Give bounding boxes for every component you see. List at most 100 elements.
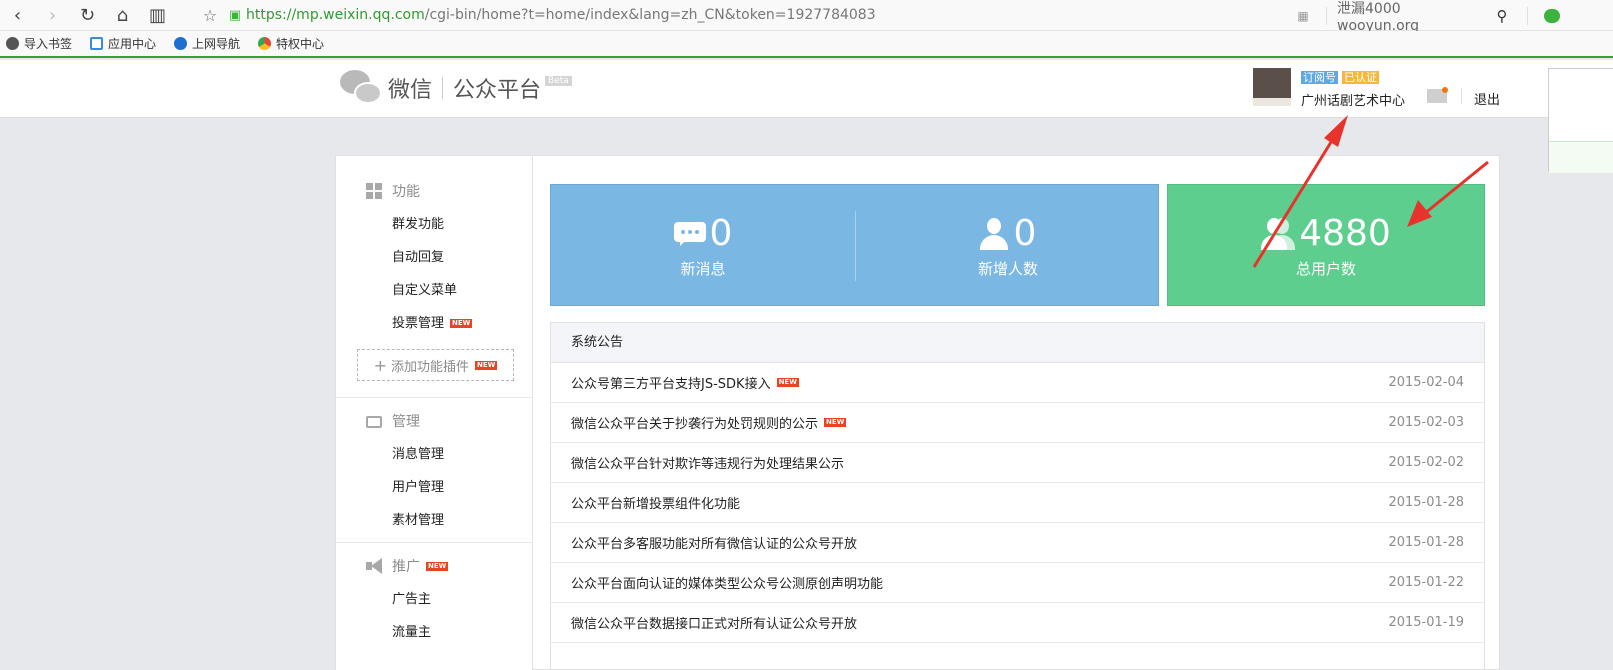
account-info[interactable]: 订阅号 已认证 广州话剧艺术中心 bbox=[1253, 68, 1405, 109]
menu-divider bbox=[336, 397, 533, 398]
notice-row-date: 2015-01-22 bbox=[1388, 575, 1464, 590]
notice-row[interactable]: 公众平台面向认证的媒体类型公众号公测原创声明功能 2015-01-22 bbox=[551, 563, 1484, 603]
url-text[interactable]: https://mp.weixin.qq.com/cgi-bin/home?t=… bbox=[246, 7, 876, 23]
total-users-count: 4880 bbox=[1299, 212, 1391, 254]
browser-toolbar: ‹ › ↻ ⌂ ▥ ☆ ▣ https://mp.weixin.qq.com/c… bbox=[0, 0, 1613, 34]
subscription-tag: 订阅号 bbox=[1301, 71, 1338, 84]
notice-row-title[interactable]: 微信公众平台关于抄袭行为处罚规则的公示 NEW bbox=[571, 413, 1388, 432]
notice-row-title[interactable]: 微信公众平台数据接口正式对所有认证公众号开放 bbox=[571, 613, 1388, 632]
reader-icon[interactable]: ▥ bbox=[140, 1, 175, 29]
forward-icon[interactable]: › bbox=[35, 1, 70, 29]
stat-new-messages[interactable]: 0 新消息 bbox=[551, 185, 855, 307]
qr-code-icon[interactable]: ▦ bbox=[1290, 3, 1316, 29]
sidebar-item-auto-reply[interactable]: 自动回复 bbox=[336, 241, 533, 274]
notice-title-text: 公众平台面向认证的媒体类型公众号公测原创声明功能 bbox=[571, 577, 884, 592]
new-users-count: 0 bbox=[1013, 212, 1037, 254]
search-icon[interactable]: ⚲ bbox=[1487, 7, 1517, 25]
bookmark-app-center[interactable]: 应用中心 bbox=[90, 35, 156, 52]
search-input[interactable]: 泄漏4000 wooyun.org bbox=[1337, 0, 1487, 34]
notice-row-date: 2015-01-28 bbox=[1388, 535, 1464, 550]
notice-row-title[interactable]: 公众平台多客服功能对所有微信认证的公众号开放 bbox=[571, 533, 1388, 552]
account-name[interactable]: 广州话剧艺术中心 bbox=[1301, 90, 1405, 109]
bookmark-privilege[interactable]: 特权中心 bbox=[258, 35, 324, 52]
weixin-logo[interactable]: 微信 公众平台 Beta bbox=[340, 68, 572, 108]
ie-icon bbox=[174, 37, 188, 50]
notice-title-text: 微信公众平台数据接口正式对所有认证公众号开放 bbox=[571, 617, 858, 632]
address-bar[interactable]: ☆ ▣ https://mp.weixin.qq.com/cgi-bin/hom… bbox=[196, 2, 1276, 28]
notice-row-title[interactable]: 微信公众平台针对欺诈等违规行为处理结果公示 bbox=[571, 453, 1388, 472]
plus-icon: + bbox=[373, 355, 387, 375]
sidebar-item-vote[interactable]: 投票管理 NEW bbox=[336, 307, 533, 340]
logo-weixin-text: 微信 bbox=[388, 78, 433, 103]
reload-icon[interactable]: ↻ bbox=[70, 1, 105, 29]
bookmarks-bar: 导入书签 应用中心 上网导航 特权中心 bbox=[0, 31, 1613, 58]
weixin-logo-icon bbox=[340, 68, 382, 108]
notice-row[interactable]: 微信公众平台数据接口正式对所有认证公众号开放 2015-01-19 bbox=[551, 603, 1484, 643]
users-icon bbox=[1261, 217, 1296, 250]
notice-row[interactable]: 公众号第三方平台支持JS-SDK接入 NEW 2015-02-04 bbox=[551, 363, 1484, 403]
sidebar-item-advertiser[interactable]: 广告主 bbox=[336, 583, 533, 616]
megaphone-icon bbox=[366, 558, 382, 574]
new-users-label: 新增人数 bbox=[977, 259, 1038, 278]
bookmark-import[interactable]: 导入书签 bbox=[6, 35, 72, 52]
bookmark-navigation[interactable]: 上网导航 bbox=[174, 35, 240, 52]
new-messages-count: 0 bbox=[709, 212, 733, 254]
new-badge: NEW bbox=[776, 378, 799, 387]
back-icon[interactable]: ‹ bbox=[0, 1, 35, 29]
new-badge: NEW bbox=[475, 360, 498, 370]
notice-row-date: 2015-01-19 bbox=[1388, 615, 1464, 630]
notice-row-title[interactable]: 公众平台新增投票组件化功能 bbox=[571, 493, 1388, 512]
notice-title-text: 公众平台多客服功能对所有微信认证的公众号开放 bbox=[571, 537, 858, 552]
side-widget[interactable] bbox=[1548, 68, 1613, 173]
menu-head-features: 功能 bbox=[336, 180, 533, 202]
message-icon bbox=[673, 221, 706, 246]
toolbar-divider bbox=[1326, 6, 1327, 25]
notification-dot bbox=[1442, 87, 1448, 93]
chat-icon[interactable] bbox=[1538, 5, 1566, 27]
browser-right-tools: ▦ 泄漏4000 wooyun.org ⚲ bbox=[1290, 0, 1566, 34]
stats-panel: 0 新消息 0 新增人数 bbox=[550, 184, 1159, 306]
notice-row[interactable]: 公众平台新增投票组件化功能 2015-01-28 bbox=[551, 483, 1484, 523]
notice-row-title[interactable]: 公众号第三方平台支持JS-SDK接入 NEW bbox=[571, 373, 1388, 392]
add-plugin-button[interactable]: + 添加功能插件 NEW bbox=[357, 349, 514, 381]
system-notice: 系统公告 公众号第三方平台支持JS-SDK接入 NEW 2015-02-04 微信公众… bbox=[550, 322, 1485, 670]
sidebar-item-custom-menu[interactable]: 自定义菜单 bbox=[336, 274, 533, 307]
url-path: /cgi-bin/home?t=home/index&lang=zh_CN&to… bbox=[424, 7, 876, 23]
menu-group-promote: 推广 NEW 广告主 流量主 bbox=[336, 555, 533, 649]
menu-divider bbox=[336, 542, 533, 543]
sidebar-item-traffic-owner[interactable]: 流量主 bbox=[336, 616, 533, 649]
logo-platform-text: 公众平台 bbox=[453, 78, 542, 103]
beta-badge: Beta bbox=[545, 76, 572, 86]
logo-divider bbox=[442, 77, 444, 99]
menu-group-manage: 管理 消息管理 用户管理 素材管理 bbox=[336, 410, 533, 537]
lock-icon: ▣ bbox=[228, 7, 242, 23]
sidebar-item-mass-send[interactable]: 群发功能 bbox=[336, 208, 533, 241]
notice-title-text: 微信公众平台针对欺诈等违规行为处理结果公示 bbox=[571, 457, 845, 472]
chrome-icon bbox=[258, 37, 272, 50]
sidebar-item-messages[interactable]: 消息管理 bbox=[336, 438, 533, 471]
avatar[interactable] bbox=[1253, 68, 1291, 106]
bag-icon bbox=[90, 37, 104, 50]
import-icon bbox=[6, 37, 19, 50]
logout-link[interactable]: 退出 bbox=[1474, 89, 1500, 108]
home-icon[interactable]: ⌂ bbox=[105, 1, 140, 29]
menu-group-features: 功能 群发功能 自动回复 自定义菜单 投票管理 NEW bbox=[336, 180, 533, 340]
sidebar-item-users[interactable]: 用户管理 bbox=[336, 471, 533, 504]
star-icon[interactable]: ☆ bbox=[196, 6, 224, 25]
notice-row[interactable]: 微信公众平台针对欺诈等违规行为处理结果公示 2015-02-02 bbox=[551, 443, 1484, 483]
new-badge: NEW bbox=[824, 418, 847, 427]
stat-new-users[interactable]: 0 新增人数 bbox=[856, 185, 1160, 307]
toolbar-divider bbox=[1527, 6, 1528, 25]
notice-title-text: 公众平台新增投票组件化功能 bbox=[571, 497, 741, 512]
notice-row-date: 2015-02-03 bbox=[1388, 415, 1464, 430]
new-badge: NEW bbox=[426, 561, 449, 571]
menu-head-manage: 管理 bbox=[336, 410, 533, 432]
notice-row-date: 2015-02-02 bbox=[1388, 455, 1464, 470]
notice-row-date: 2015-02-04 bbox=[1388, 375, 1464, 390]
notice-row[interactable]: 公众平台多客服功能对所有微信认证的公众号开放 2015-01-28 bbox=[551, 523, 1484, 563]
notice-row[interactable]: 微信公众平台关于抄袭行为处罚规则的公示 NEW 2015-02-03 bbox=[551, 403, 1484, 443]
notice-row-title[interactable]: 公众平台面向认证的媒体类型公众号公测原创声明功能 bbox=[571, 573, 1388, 592]
sidebar-item-label: 投票管理 bbox=[392, 316, 445, 331]
sidebar-item-materials[interactable]: 素材管理 bbox=[336, 504, 533, 537]
stat-total-users[interactable]: 4880 总用户数 bbox=[1168, 185, 1484, 307]
